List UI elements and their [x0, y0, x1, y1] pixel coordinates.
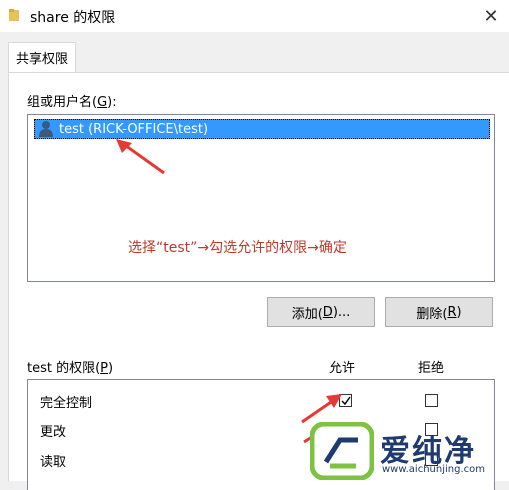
- watermark: 爱纯净 www.aichunjing.com: [310, 422, 509, 480]
- title-bar: share 的权限 ✕: [0, 0, 509, 32]
- deny-column-header: 拒绝: [418, 361, 445, 376]
- remove-button[interactable]: 删除(R): [385, 297, 493, 327]
- perm-name-full-control: 完全控制: [40, 396, 93, 411]
- permissions-panel: 组或用户名(G): test (RICK-OFFICE\test) 选择“tes…: [8, 72, 509, 490]
- tab-share-permissions[interactable]: 共享权限: [8, 42, 77, 74]
- perm-name-change: 更改: [40, 425, 67, 440]
- window-title: share 的权限: [30, 10, 116, 26]
- watermark-url: www.aichunjing.com: [382, 464, 485, 475]
- deny-checkbox-full-control[interactable]: [425, 394, 438, 407]
- close-icon: ✕: [483, 5, 499, 27]
- allow-column-header: 允许: [329, 361, 356, 376]
- arrow-annotation-1: [116, 139, 165, 175]
- user-name: test (RICK-OFFICE\test): [59, 121, 209, 137]
- folder-icon: [9, 9, 19, 21]
- annotation-text: 选择“test”→勾选允许的权限→确定: [128, 240, 347, 256]
- user-icon: [39, 121, 53, 137]
- perm-name-read: 读取: [40, 455, 67, 470]
- watermark-logo-icon: [310, 422, 374, 480]
- tab-strip: 共享权限: [0, 32, 509, 74]
- list-item[interactable]: test (RICK-OFFICE\test): [34, 119, 490, 139]
- close-button[interactable]: ✕: [473, 0, 509, 32]
- user-listbox[interactable]: test (RICK-OFFICE\test) 选择“test”→勾选允许的权限…: [27, 114, 495, 282]
- add-button[interactable]: 添加(D)...: [267, 297, 375, 327]
- group-or-user-label: 组或用户名(G):: [27, 95, 117, 110]
- permissions-for-label: test 的权限(P): [27, 361, 114, 376]
- arrow-annotation-2: [301, 394, 342, 424]
